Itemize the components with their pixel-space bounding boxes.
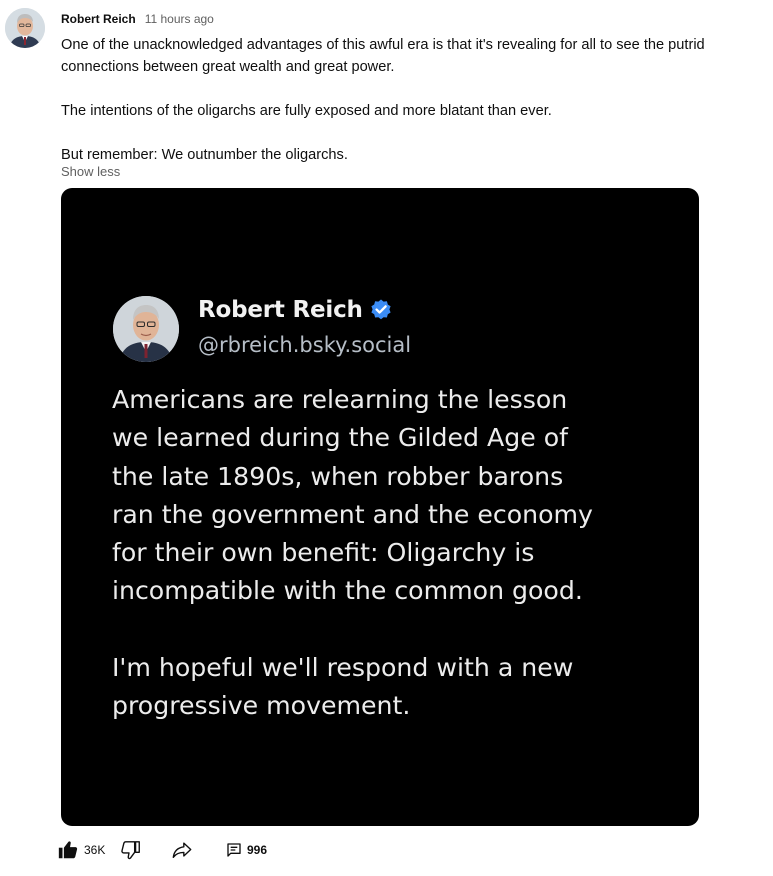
post-text-line: One of the unacknowledged advantages of …: [61, 37, 705, 53]
embedded-author-row: Robert Reich: [198, 297, 393, 323]
post-text-line: The intentions of the oligarchs are full…: [61, 103, 552, 119]
author-name[interactable]: Robert Reich: [61, 12, 136, 26]
comment-icon: [226, 842, 242, 858]
embedded-avatar: [113, 296, 179, 362]
embedded-text-line: the late 1890s, when robber barons: [112, 461, 564, 491]
comments-button[interactable]: 996: [226, 836, 267, 864]
embedded-author-name: Robert Reich: [198, 297, 363, 323]
embedded-text-line: I'm hopeful we'll respond with a new: [112, 653, 574, 683]
post-meta: Robert Reich 11 hours ago: [61, 11, 214, 27]
share-icon: [171, 839, 193, 861]
verified-check-icon: [369, 298, 393, 322]
post-text-line: connections between great wealth and gre…: [61, 59, 395, 75]
embedded-text-line: Americans are relearning the lesson: [112, 385, 568, 414]
comment-count: 996: [247, 843, 268, 857]
embedded-text-line: we learned during the Gilded Age of: [112, 423, 568, 453]
post-image[interactable]: Robert Reich @rbreich.bsky.social Americ…: [61, 188, 699, 826]
share-button[interactable]: [171, 836, 193, 864]
post-actions: 36K 996: [57, 836, 357, 864]
embedded-text-line: ran the government and the economy: [112, 499, 593, 529]
like-button[interactable]: 36K: [57, 836, 105, 864]
embedded-text-line: incompatible with the common good.: [112, 576, 583, 606]
post-timestamp[interactable]: 11 hours ago: [145, 12, 214, 26]
thumb-down-icon: [120, 839, 142, 861]
embedded-text-line: progressive movement.: [112, 691, 411, 721]
embedded-post-text: Americans are relearning the lesson we l…: [112, 381, 682, 726]
post-text-line: But remember: We outnumber the oligarchs…: [61, 147, 348, 163]
author-avatar[interactable]: [5, 8, 45, 48]
show-less-button[interactable]: Show less: [61, 164, 120, 179]
embedded-author-handle: @rbreich.bsky.social: [198, 333, 412, 357]
post-text: One of the unacknowledged advantages of …: [61, 34, 773, 166]
thumb-up-icon: [57, 839, 79, 861]
dislike-button[interactable]: [120, 836, 142, 864]
like-count: 36K: [84, 843, 106, 857]
embedded-text-line: for their own benefit: Oligarchy is: [112, 538, 535, 568]
